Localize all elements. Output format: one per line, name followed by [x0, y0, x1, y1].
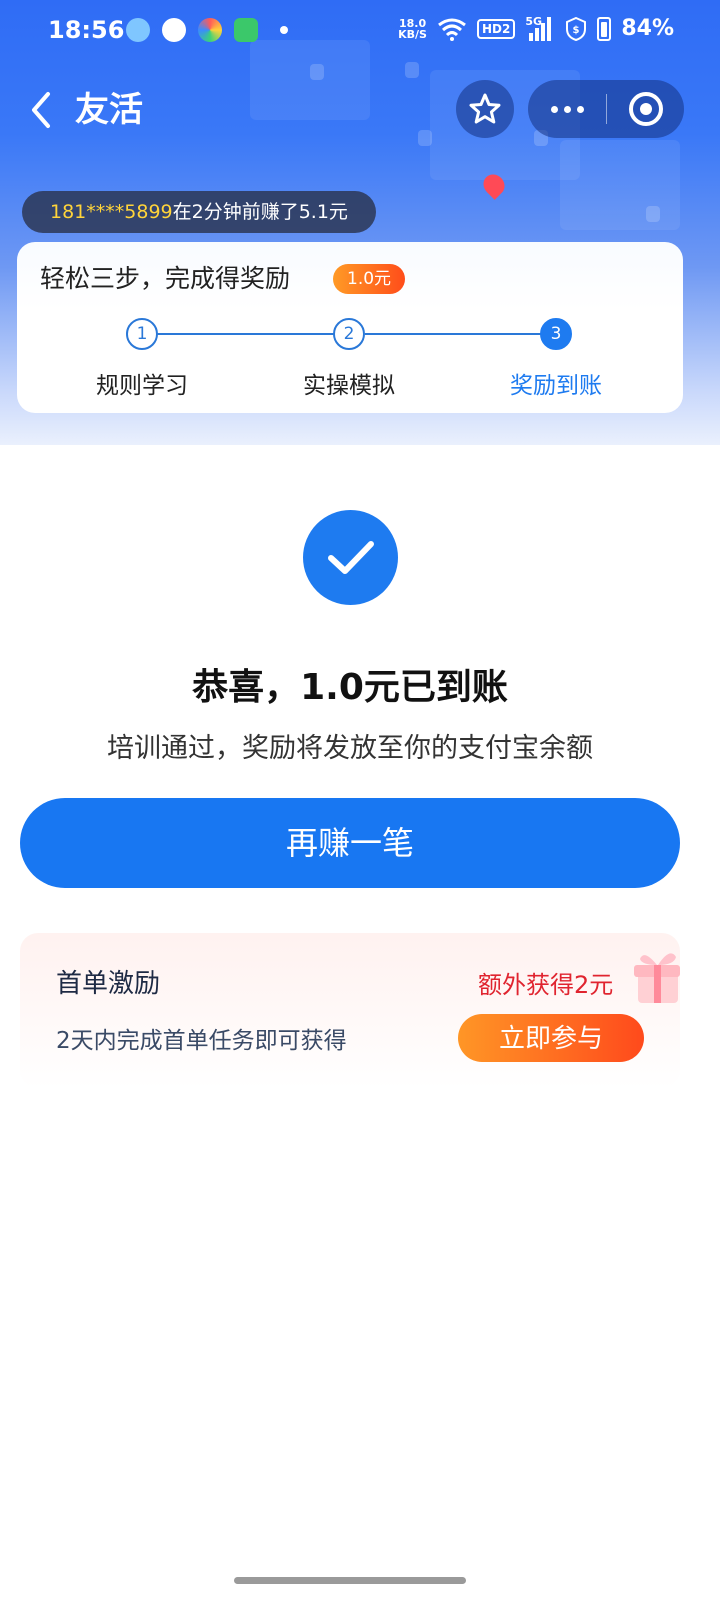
success-subtitle: 培训通过，奖励将发放至你的支付宝余额: [107, 733, 593, 764]
favorite-button[interactable]: [456, 80, 514, 138]
ticker-phone: 181****5899: [50, 201, 173, 223]
close-miniapp-button[interactable]: [607, 92, 684, 126]
hd-voice-icon: HD2: [476, 18, 516, 39]
step-2-number: 2: [333, 318, 365, 350]
wechat-icon: [162, 18, 186, 42]
gift-box-icon: [634, 953, 680, 1003]
miniapp-capsule: [528, 80, 684, 138]
colorful-app-icon: [198, 18, 222, 42]
join-now-button[interactable]: 立即参与: [458, 1014, 644, 1062]
wifi-icon: [438, 18, 466, 41]
status-bar: 18:56 18.0 KB/S HD2 5G $ 84%: [0, 0, 720, 64]
chevron-left-icon: [32, 92, 50, 128]
shield-icon: $: [566, 16, 587, 41]
battery-percent: 84%: [621, 16, 674, 41]
more-button[interactable]: [528, 105, 606, 113]
more-dots-icon: [550, 105, 558, 113]
shopping-bag-icon: [234, 18, 258, 42]
incentive-extra-reward: 额外获得2元: [478, 971, 614, 999]
notification-dot-icon: [280, 26, 288, 34]
status-time: 18:56: [48, 16, 125, 44]
step-connector: [365, 333, 561, 335]
qq-icon: [126, 18, 150, 42]
steps-title: 轻松三步，完成得奖励: [40, 264, 291, 293]
earn-again-button[interactable]: 再赚一笔: [20, 798, 680, 888]
step-connector: [157, 333, 353, 335]
success-title: 恭喜，1.0元已到账: [192, 667, 508, 708]
incentive-description: 2天内完成首单任务即可获得: [56, 1028, 347, 1054]
network-speed: 18.0 KB/S: [398, 16, 427, 41]
steps-card: 轻松三步，完成得奖励 1.0元 1 2 3 规则学习 实操模拟 奖励到账: [17, 242, 683, 413]
step-3-label: 奖励到账: [510, 373, 602, 399]
reward-badge: 1.0元: [333, 264, 406, 294]
success-check-icon: [303, 510, 398, 605]
home-indicator[interactable]: [234, 1577, 466, 1584]
star-icon: [469, 93, 501, 124]
first-order-incentive-card: 首单激励 额外获得2元 2天内完成首单任务即可获得 立即参与: [20, 933, 680, 1088]
step-3-number: 3: [540, 318, 572, 350]
cell-signal-icon: 5G: [525, 15, 555, 41]
back-button[interactable]: [24, 88, 60, 132]
battery-icon: [597, 16, 612, 41]
step-1-number: 1: [126, 318, 158, 350]
target-icon: [628, 92, 663, 126]
page-title: 友活: [75, 90, 143, 130]
ticker-message: 在2分钟前赚了5.1元: [172, 201, 348, 223]
step-1-label: 规则学习: [96, 373, 188, 399]
earnings-ticker: 181****5899在2分钟前赚了5.1元: [22, 191, 376, 233]
svg-text:$: $: [573, 25, 580, 36]
step-2-label: 实操模拟: [303, 373, 395, 399]
incentive-title: 首单激励: [56, 969, 161, 999]
